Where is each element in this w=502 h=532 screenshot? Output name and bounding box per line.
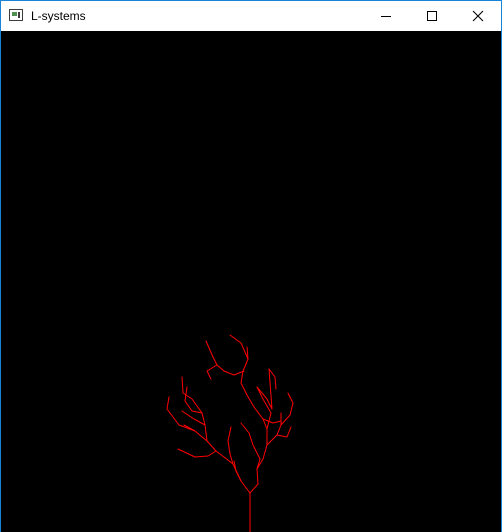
window-title: L-systems: [31, 9, 86, 23]
tree-branch: [256, 418, 268, 470]
app-window: L-systems: [0, 0, 502, 532]
tree-branch: [256, 368, 273, 410]
tree-branch: [227, 426, 232, 455]
close-button[interactable]: [455, 1, 501, 31]
tree-branch: [223, 370, 245, 376]
tree-branch: [181, 376, 208, 442]
tree-branch: [205, 340, 218, 366]
title-bar[interactable]: L-systems: [1, 1, 501, 31]
tree-branch: [166, 396, 196, 432]
tree-branch: [206, 364, 225, 380]
tree-branch: [229, 334, 249, 384]
maximize-icon: [427, 11, 437, 21]
tree-branch: [249, 458, 261, 494]
tree-branch: [266, 412, 282, 446]
tree-branch: [262, 418, 282, 424]
close-icon: [472, 10, 484, 22]
tree-branch: [233, 460, 242, 482]
tree-branch: [280, 392, 294, 426]
drawing-canvas[interactable]: [1, 31, 501, 532]
tree-branch: [240, 422, 261, 460]
l-system-tree: [166, 334, 294, 532]
app-window-icon[interactable]: [9, 9, 23, 21]
tree-branch: [229, 453, 251, 494]
minimize-icon: [381, 16, 391, 17]
tree-branch: [177, 448, 234, 465]
tree-branch: [240, 382, 264, 420]
maximize-button[interactable]: [409, 1, 455, 31]
minimize-button[interactable]: [363, 1, 409, 31]
